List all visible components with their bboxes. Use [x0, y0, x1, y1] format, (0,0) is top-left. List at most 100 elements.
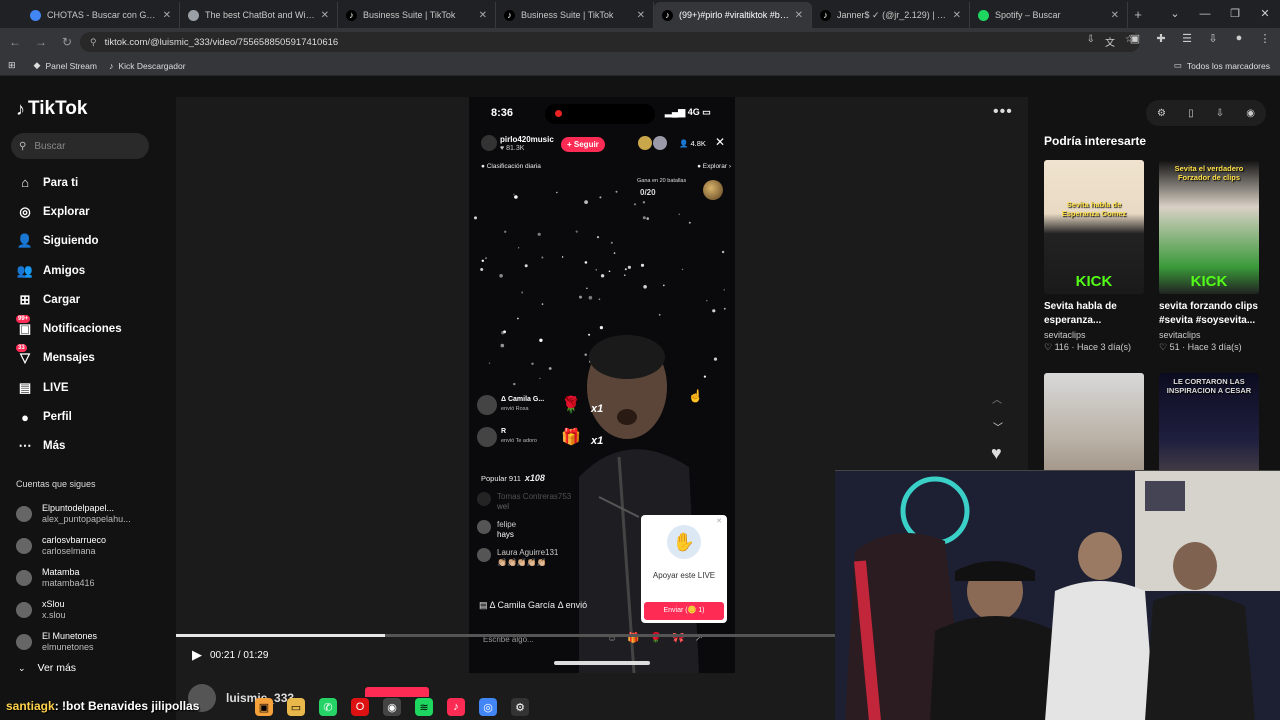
apps-icon[interactable]: ⊞ [8, 60, 16, 71]
chrome-icon[interactable]: ◎ [479, 698, 497, 716]
avatar[interactable] [477, 395, 497, 415]
following-account[interactable]: carlosvbarrueco carloselmana [16, 530, 131, 562]
avatar[interactable] [16, 506, 32, 522]
browser-tab[interactable]: ♪ Janner$ ✓ (@jr_2.129) | TikTok ✕ [812, 2, 970, 28]
avatar[interactable]: ● [1230, 32, 1248, 45]
following-account[interactable]: xSlou x.slou [16, 594, 131, 626]
profile-icon[interactable]: ◉ [1246, 108, 1255, 119]
forward-icon[interactable]: → [28, 35, 54, 49]
avatar[interactable] [477, 520, 491, 534]
next-video-icon[interactable]: ﹀ [993, 419, 1003, 434]
video-thumbnail[interactable]: Sevita el verdadero Forzador de clips KIC… [1159, 160, 1259, 294]
browser-tab[interactable]: ♪ Business Suite | TikTok ✕ [496, 2, 654, 28]
opera-icon[interactable]: O [351, 698, 369, 716]
folder-icon[interactable]: ▭ [287, 698, 305, 716]
explore-link[interactable]: ● Explorar › [697, 163, 731, 170]
menu-icon[interactable]: ⋮ [1256, 32, 1274, 45]
see-more-button[interactable]: ⌄ Ver más [18, 662, 76, 674]
card-title[interactable]: Sevita habla de esperanza... [1044, 300, 1144, 328]
sidebar-item-notificaciones[interactable]: ▣ 99+ Notificaciones [16, 314, 122, 343]
search-input[interactable]: ⚲ Buscar [11, 133, 149, 159]
following-account[interactable]: Matamba matamba416 [16, 562, 131, 594]
more-options-icon[interactable]: ••• [993, 103, 1013, 121]
card-title[interactable]: sevita forzando clips #sevita #soysevita… [1159, 300, 1259, 328]
url-text[interactable]: tiktok.com/@luismic_333/video/7556588505… [105, 37, 339, 48]
previous-video-icon[interactable]: ︿ [992, 391, 1002, 406]
translate-icon[interactable]: 文 [1105, 34, 1115, 49]
sidebar-item-más[interactable]: ⋯ Más [16, 432, 122, 461]
host-name[interactable]: pirlo420music [500, 135, 554, 144]
sidebar-icon[interactable]: ☰ [1178, 32, 1196, 45]
card-author[interactable]: sevitaclips [1044, 330, 1144, 340]
tiktok-icon[interactable]: ♪ [447, 698, 465, 716]
device-icon[interactable]: ▯ [1188, 108, 1194, 119]
avatar[interactable] [477, 492, 491, 506]
minimize-button[interactable]: — [1190, 0, 1220, 28]
close-icon[interactable]: ✕ [715, 135, 725, 149]
following-account[interactable]: Elpuntodelpapel... alex_puntopapelahu... [16, 498, 131, 530]
sidebar-item-amigos[interactable]: 👥 Amigos [16, 256, 122, 285]
settings-icon[interactable]: ⚙ [1157, 108, 1166, 119]
reload-icon[interactable]: ↻ [54, 35, 80, 49]
sidebar-item-para-ti[interactable]: ⌂ Para ti [16, 168, 122, 197]
host-avatar[interactable] [481, 135, 497, 151]
back-icon[interactable]: ← [2, 35, 28, 49]
browser-tab[interactable]: Spotify – Buscar ✕ [970, 2, 1128, 28]
avatar[interactable] [16, 538, 32, 554]
site-info-icon[interactable]: ⚲ [90, 37, 97, 48]
whatsapp-icon[interactable]: ✆ [319, 698, 337, 716]
like-heart-icon[interactable]: ♥ [991, 443, 1002, 464]
browser-tab[interactable]: CHOTAS - Buscar con Google ✕ [22, 2, 180, 28]
sidebar-item-cargar[interactable]: ⊞ Cargar [16, 285, 122, 314]
close-tab-icon[interactable]: ✕ [1111, 10, 1119, 21]
all-bookmarks-button[interactable]: ▭ Todos los marcadores [1174, 60, 1270, 71]
close-icon[interactable]: ✕ [716, 517, 722, 525]
video-thumbnail[interactable]: Sevita habla de Esperanza Gomez KICK [1044, 160, 1144, 294]
close-window-button[interactable]: ✕ [1250, 0, 1280, 28]
bookmark-kick-descargador[interactable]: ♪ Kick Descargador [109, 61, 186, 71]
extensions-icon[interactable]: ✚ [1152, 32, 1170, 45]
recommendation-card[interactable]: Sevita el verdadero Forzador de clips KIC… [1159, 160, 1259, 353]
new-tab-button[interactable]: + [1128, 2, 1148, 28]
avatar[interactable] [16, 570, 32, 586]
video-frame[interactable]: 8:36 ▂▄▆ 4G ▭ pirlo420music ♥ 81.3K + Se… [469, 97, 735, 673]
browser-tab[interactable]: The best ChatBot and Widgets ✕ [180, 2, 338, 28]
send-gift-button[interactable]: Enviar (🪙 1) [644, 602, 724, 620]
sidebar-item-live[interactable]: ▤ LIVE [16, 373, 122, 402]
omnibox[interactable]: ⚲ tiktok.com/@luismic_333/video/75565885… [80, 32, 1140, 52]
close-tab-icon[interactable]: ✕ [321, 10, 329, 21]
close-tab-icon[interactable]: ✕ [795, 10, 803, 21]
live-follow-button[interactable]: + Seguir [561, 137, 605, 152]
card-author[interactable]: sevitaclips [1159, 330, 1259, 340]
install-icon[interactable]: ⇩ [1087, 34, 1095, 49]
media-icon[interactable]: ▣ [1126, 32, 1144, 45]
tiktok-logo[interactable]: ♪ TikTok [16, 98, 87, 120]
sidebar-item-siguiendo[interactable]: 👤 Siguiendo [16, 227, 122, 256]
sidebar-item-mensajes[interactable]: ▽ 33 Mensajes [16, 344, 122, 373]
bookmark-panel-stream[interactable]: ◆ Panel Stream [34, 60, 97, 71]
avatar[interactable] [16, 634, 32, 650]
restore-button[interactable]: ❐ [1220, 0, 1250, 28]
download-icon[interactable]: ⇩ [1216, 108, 1224, 119]
sidebar-item-perfil[interactable]: ● Perfil [16, 402, 122, 431]
browser-tab[interactable]: ♪ Business Suite | TikTok ✕ [338, 2, 496, 28]
close-tab-icon[interactable]: ✕ [953, 10, 961, 21]
browser-tab[interactable]: ♪ (99+)#pirlo #viraltiktok #bless ✕ [654, 2, 812, 28]
avatar[interactable] [477, 427, 497, 447]
downloads-icon[interactable]: ⇩ [1204, 32, 1222, 45]
close-tab-icon[interactable]: ✕ [163, 10, 171, 21]
avatar[interactable] [16, 602, 32, 618]
obs-icon[interactable]: ◉ [383, 698, 401, 716]
recommendation-card[interactable]: Sevita habla de Esperanza Gomez KICK Sevit… [1044, 160, 1144, 353]
following-account[interactable]: El Munetones elmunetones [16, 626, 131, 658]
ranking-label[interactable]: ● Clasificación diaria [481, 163, 541, 170]
file-manager-icon[interactable]: ▣ [255, 698, 273, 716]
settings-icon[interactable]: ⚙ [511, 698, 529, 716]
close-tab-icon[interactable]: ✕ [637, 10, 645, 21]
close-tab-icon[interactable]: ✕ [479, 10, 487, 21]
avatar[interactable] [477, 548, 491, 562]
spotify-icon[interactable]: ≋ [415, 698, 433, 716]
sidebar-item-explorar[interactable]: ◎ Explorar [16, 197, 122, 226]
chevron-down-icon[interactable]: ⌄ [1160, 0, 1190, 28]
support-live-card[interactable]: ✕ ✋ Apoyar este LIVE Enviar (🪙 1) [641, 515, 727, 623]
